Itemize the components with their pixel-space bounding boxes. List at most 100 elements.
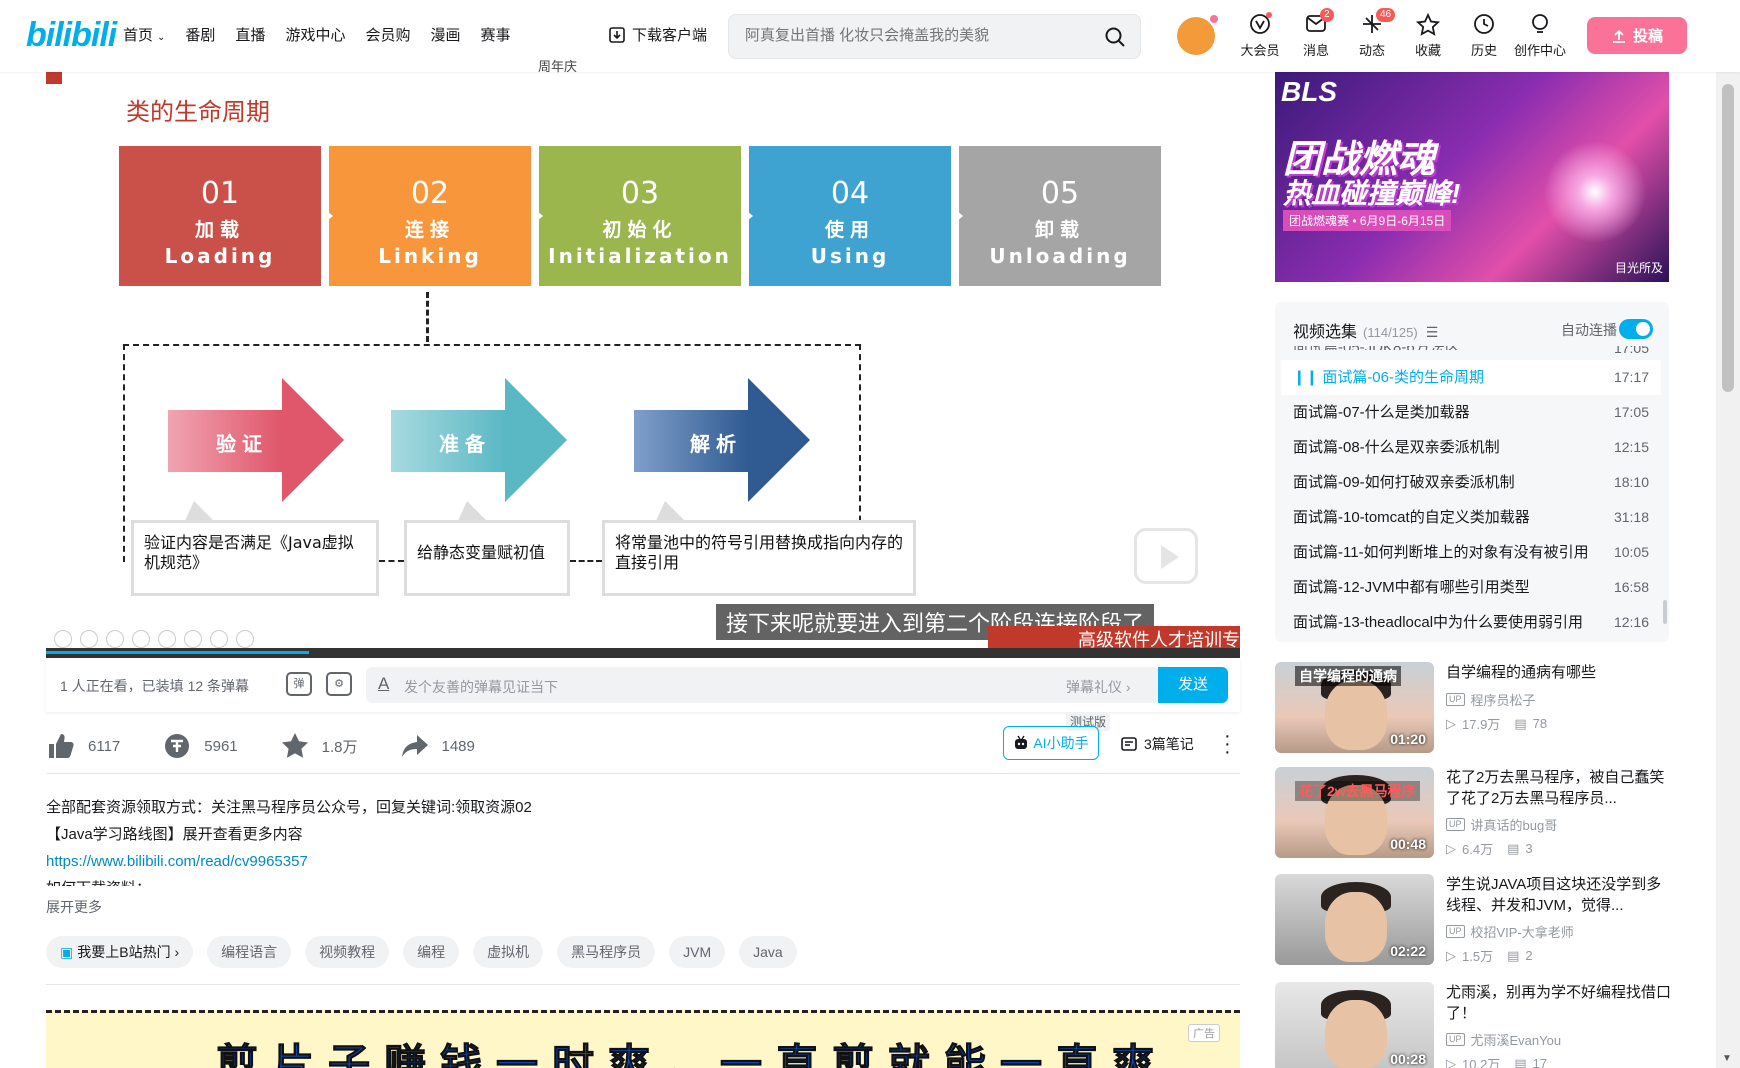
uploader[interactable]: UP 程序员松子 [1446,690,1536,709]
nav-manga[interactable]: 漫画 [430,24,460,45]
avatar[interactable] [1177,17,1215,55]
nav-esports[interactable]: 赛事 [480,24,510,45]
control-icon[interactable] [236,630,254,648]
playlist-item[interactable]: 面试篇-13-theadlocal中为什么要使用弱引用 12:16 [1281,605,1661,640]
playlist-item[interactable]: 面试篇-10-tomcat的自定义类加载器 31:18 [1281,500,1661,535]
video-title[interactable]: 尤雨溪，别再为学不好编程找借口了！ [1446,982,1671,1024]
playlist-item[interactable]: 面试篇-11-如何判断堆上的对象有没有被引用 10:05 [1281,535,1661,570]
dynamic-button[interactable]: 46 动态 [1344,8,1400,59]
anniversary-label[interactable]: 周年庆 [538,56,577,75]
video-thumbnail[interactable]: 花了2w去黑马程序 00:48 [1275,767,1434,858]
recommended-video[interactable]: 花了2w去黑马程序 00:48 花了2万去黑马程序，被自己蠢笑了花了2万去黑马程序… [1275,767,1669,861]
favorites-button[interactable]: 收藏 [1400,12,1456,59]
uploader[interactable]: UP 尤雨溪EvanYou [1446,1030,1561,1049]
top-header: bilibili 首页 ⌄ 番剧 直播 游戏中心 会员购 漫画 赛事 周年庆 下载… [0,0,1740,75]
video-thumbnail[interactable]: 自学编程的通病 01:20 [1275,662,1434,753]
stage-arrow [531,206,543,226]
autoplay-toggle[interactable] [1619,319,1653,339]
playlist-item[interactable]: 面试篇-09-如何打破双亲委派机制 18:10 [1281,465,1661,500]
nav-live[interactable]: 直播 [235,24,265,45]
tag[interactable]: 编程语言 [207,936,292,968]
notes-button[interactable]: 3篇笔记 [1120,734,1194,754]
bottom-ad-banner[interactable]: 剪片子赚钱一时爽，一直剪就能一直爽 [46,1010,1240,1068]
playlist-item-active[interactable]: ❙❙ 面试篇-06-类的生命周期 17:17 [1281,360,1661,395]
recommended-video[interactable]: 自学编程的通病 01:20 自学编程的通病有哪些 UP 程序员松子 ▷ 17.9万 ▤ 7… [1275,662,1669,756]
recommended-video[interactable]: 02:22 学生说JAVA项目这块还没学到多线程、并发和JVM，觉得... UP… [1275,874,1669,968]
danmaku-settings-icon[interactable]: ⚙ [326,672,352,696]
vip-dot [1266,12,1272,18]
danmaku-send-button[interactable]: 发送 [1158,667,1228,703]
vip-button[interactable]: 大会员 [1232,12,1288,59]
tag[interactable]: JVM [669,936,726,968]
message-button[interactable]: 2 消息 [1288,8,1344,59]
tag[interactable]: 虚拟机 [473,936,544,968]
video-title[interactable]: 学生说JAVA项目这块还没学到多线程、并发和JVM，觉得... [1446,874,1671,916]
share-button[interactable]: 1489 [400,731,475,761]
video-player[interactable]: 类的生命周期 01 加载 Loading 02 连接 Linking 03 初始… [46,72,1240,658]
scrollbar-thumb[interactable] [1722,84,1734,392]
expand-more-button[interactable]: 展开更多 [46,897,102,917]
nav-home[interactable]: 首页 ⌄ [123,24,165,45]
playlist-item[interactable]: 面试篇-07-什么是类加载器 17:05 [1281,395,1661,430]
danmaku-etiquette-link[interactable]: 弹幕礼仪 › [1066,677,1131,697]
scroll-down-icon[interactable]: ▼ [1722,1053,1732,1064]
danmaku-count-icon: ▤ [1514,1055,1527,1068]
search-box [728,14,1141,59]
bilibili-logo[interactable]: bilibili [26,16,117,55]
history-button[interactable]: 历史 [1456,12,1512,59]
tag[interactable]: 视频教程 [305,936,390,968]
download-client-button[interactable]: 下载客户端 [608,24,707,45]
video-title[interactable]: 花了2万去黑马程序，被自己蠢笑了花了2万去黑马程序员... [1446,767,1671,809]
video-title[interactable]: 自学编程的通病有哪些 [1446,662,1671,683]
dynamic-badge: 46 [1376,8,1396,22]
verify-arrow: 验证 [168,378,344,502]
nav-mall[interactable]: 会员购 [365,24,410,45]
right-ad-banner[interactable]: BLS 团战燃魂 热血碰撞巅峰! 团战燃魂赛 • 6月9日-6月15日 目光所及 [1275,72,1669,282]
playlist-scrollbar[interactable] [1663,600,1667,624]
description-link[interactable]: https://www.bilibili.com/read/cv9965357 [46,848,1206,875]
creator-center-button[interactable]: 创作中心 [1512,12,1568,59]
search-icon[interactable] [1104,26,1126,48]
font-style-icon[interactable]: A [378,674,389,694]
playlist-item[interactable]: 面试篇-08-什么是双亲委派机制 12:15 [1281,430,1661,465]
video-thumbnail[interactable]: 00:28 [1275,982,1434,1068]
control-icon[interactable] [210,630,228,648]
list-view-icon[interactable]: ☰ [1426,324,1439,340]
playlist-item[interactable]: 面试篇-05-JDK8-6方法区...17:05 [1281,346,1661,360]
uploader[interactable]: UP 讲真话的bug哥 [1446,815,1557,834]
stage-linking: 02 连接 Linking [329,146,543,286]
chevron-down-icon: ⌄ [157,32,166,43]
upload-button[interactable]: 投稿 [1587,17,1687,54]
video-progress-bar[interactable] [46,648,1240,658]
control-icon[interactable] [158,630,176,648]
tag-hot[interactable]: ▣ 我要上B站热门 › [46,936,194,968]
coin-button[interactable]: 5961 [162,731,238,761]
control-icon[interactable] [80,630,98,648]
favorite-button[interactable]: 1.8万 [280,731,358,761]
control-icon[interactable] [132,630,150,648]
tag[interactable]: Java [739,936,797,968]
search-input[interactable] [745,27,1085,44]
uploader[interactable]: UP 校招VIP-大拿老师 [1446,922,1574,941]
divider [46,984,1240,985]
up-badge-icon: UP [1446,818,1465,831]
recommended-video[interactable]: 00:28 尤雨溪，别再为学不好编程找借口了！ UP 尤雨溪EvanYou ▷ 10… [1275,982,1671,1068]
playlist-item[interactable]: 面试篇-12-JVM中都有哪些引用类型 16:58 [1281,570,1661,605]
danmaku-toggle-icon[interactable]: 弹 [286,672,312,696]
more-options-icon[interactable]: · · · [1224,726,1231,762]
nav-bangumi[interactable]: 番剧 [185,24,215,45]
danmaku-input[interactable]: A 发个友善的弹幕见证当下 弹幕礼仪 › [366,667,1160,703]
control-icon[interactable] [106,630,124,648]
page-scrollbar[interactable]: ▲ ▼ [1716,0,1740,1068]
nav-game-center[interactable]: 游戏中心 [285,24,345,45]
video-thumbnail[interactable]: 02:22 [1275,874,1434,965]
like-button[interactable]: 6117 [46,731,120,761]
ai-assistant-button[interactable]: AI小助手 [1003,726,1099,760]
control-icon[interactable] [54,630,72,648]
video-stats: ▷ 17.9万 ▤ 78 [1446,715,1548,733]
coin-icon [165,734,190,758]
tag[interactable]: 编程 [403,936,460,968]
tag[interactable]: 黑马程序员 [557,936,656,968]
control-icon[interactable] [184,630,202,648]
prepare-bubble: 给静态变量赋初值 [404,501,570,596]
